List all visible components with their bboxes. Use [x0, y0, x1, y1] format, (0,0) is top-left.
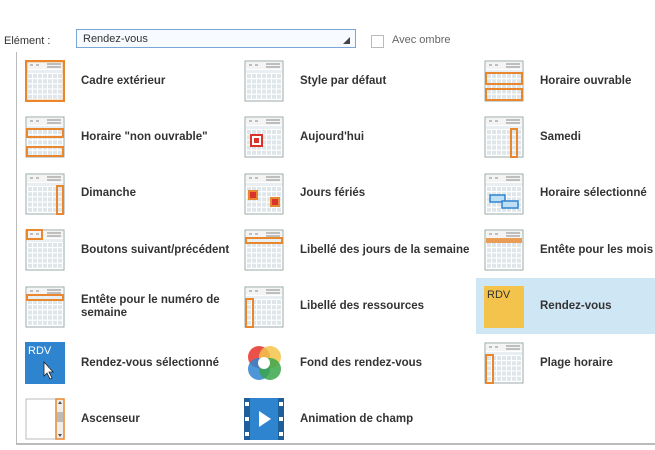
- element-item-label: Horaire ouvrable: [540, 74, 632, 87]
- calendar-outer-frame-icon: [25, 60, 65, 102]
- element-item[interactable]: Samedi: [476, 108, 655, 164]
- scrollbar-icon: [25, 398, 65, 441]
- calendar-saturday-icon: [484, 116, 524, 159]
- element-item-label: Animation de champ: [300, 412, 414, 425]
- element-item[interactable]: Horaire "non ouvrable": [17, 108, 236, 164]
- appointment-background-icon: [248, 346, 281, 380]
- divider: [16, 444, 655, 445]
- dropdown-arrow-icon[interactable]: [343, 37, 350, 44]
- calendar-non-working-hours-icon: [25, 116, 65, 158]
- element-item-label: Ascenseur: [81, 412, 140, 425]
- element-item[interactable]: Boutons suivant/précédent: [17, 221, 236, 277]
- element-item-label: Cadre extérieur: [81, 74, 166, 87]
- element-item[interactable]: Horaire sélectionné: [476, 165, 655, 221]
- element-item-label: Boutons suivant/précédent: [81, 243, 230, 256]
- svg-text:RDV: RDV: [28, 345, 52, 357]
- element-item-label: Plage horaire: [540, 356, 613, 369]
- selected-appointment-icon: RDV: [25, 342, 65, 384]
- calendar-default-style-icon: [244, 60, 284, 102]
- element-item-label: Libellé des jours de la semaine: [300, 243, 470, 256]
- element-item[interactable]: Libellé des jours de la semaine: [236, 221, 476, 277]
- element-item-label: Aujourd'hui: [300, 130, 365, 143]
- element-item[interactable]: Aujourd'hui: [236, 108, 476, 164]
- element-item-label: Horaire "non ouvrable": [81, 130, 208, 143]
- toolbar: Elément : Rendez-vous Avec ombre: [0, 0, 655, 52]
- calendar-week-number-icon: [25, 286, 65, 328]
- element-item[interactable]: Horaire ouvrable: [476, 52, 655, 108]
- element-item-label: Style par défaut: [300, 74, 387, 87]
- element-item-label: Entête pour les mois: [540, 243, 654, 256]
- element-item[interactable]: Entête pour le numéro de semaine: [17, 278, 236, 334]
- calendar-time-range-icon: [484, 342, 524, 384]
- shadow-checkbox[interactable]: [371, 35, 384, 48]
- element-item-label: Rendez-vous: [540, 300, 612, 313]
- element-item[interactable]: Animation de champ: [236, 390, 476, 446]
- element-item[interactable]: Libellé des ressources: [236, 278, 476, 334]
- element-item-label: Entête pour le numéro de semaine: [81, 293, 220, 319]
- svg-text:RDV: RDV: [487, 289, 511, 301]
- element-item-label: Rendez-vous sélectionné: [81, 356, 220, 369]
- element-item-label: Samedi: [540, 130, 581, 143]
- calendar-resources-label-icon: [244, 286, 284, 328]
- element-item[interactable]: Ascenseur: [17, 390, 236, 446]
- element-item-label: Dimanche: [81, 187, 136, 200]
- calendar-weekday-labels-icon: [244, 229, 284, 271]
- element-item-label: Jours fériés: [300, 187, 366, 200]
- element-item[interactable]: Entête pour les mois: [476, 221, 655, 277]
- calendar-nav-buttons-icon: [25, 229, 65, 271]
- element-item[interactable]: Jours fériés: [236, 165, 476, 221]
- calendar-month-header-icon: [484, 229, 524, 271]
- element-item[interactable]: Plage horaire: [476, 334, 655, 390]
- calendar-working-hours-icon: [484, 60, 524, 102]
- element-item-label: Fond des rendez-vous: [300, 356, 423, 369]
- element-grid: Cadre extérieur Style par défaut Horaire o…: [16, 52, 655, 444]
- calendar-selected-hours-icon: [484, 173, 524, 215]
- element-item-label: Libellé des ressources: [300, 300, 425, 313]
- field-animation-icon: [244, 398, 284, 441]
- element-select-value: Rendez-vous: [83, 33, 148, 45]
- calendar-holidays-icon: [244, 173, 284, 215]
- element-item-label: Horaire sélectionné: [540, 187, 647, 200]
- element-item[interactable]: Fond des rendez-vous: [236, 334, 476, 390]
- element-select[interactable]: Rendez-vous: [76, 29, 356, 48]
- shadow-label: Avec ombre: [392, 34, 451, 46]
- element-item[interactable]: RDV Rendez-vous: [476, 277, 655, 334]
- element-label: Elément :: [4, 35, 51, 47]
- element-item[interactable]: Style par défaut: [236, 52, 476, 108]
- calendar-today-icon: [244, 116, 284, 158]
- element-item[interactable]: Cadre extérieur: [17, 52, 236, 108]
- calendar-sunday-icon: [25, 173, 65, 215]
- appointment-icon: RDV: [484, 285, 524, 328]
- element-item[interactable]: RDV Rendez-vous sélectionné: [17, 334, 236, 390]
- element-item[interactable]: Dimanche: [17, 165, 236, 221]
